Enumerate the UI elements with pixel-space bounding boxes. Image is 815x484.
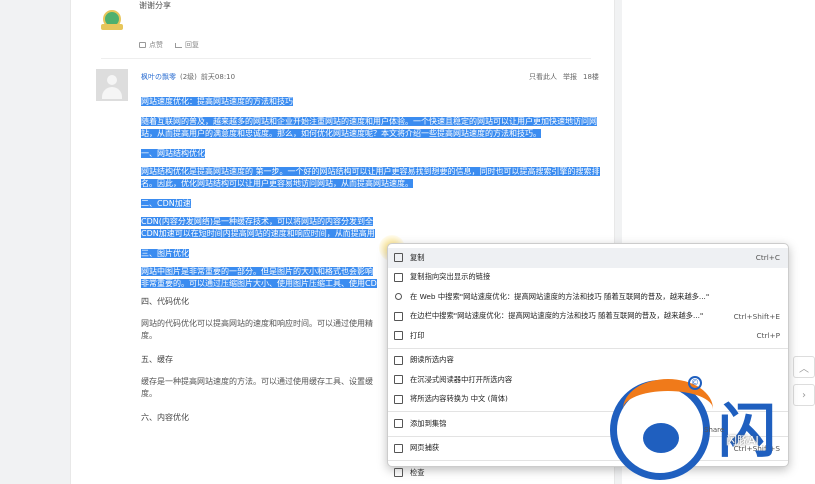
divider [101,58,591,59]
context-menu: 复制 Ctrl+C 复制指向突出显示的链接 在 Web 中搜索"网站速度优化：提… [387,243,789,477]
section-title: 三、图片优化 [141,249,189,258]
report-link[interactable]: 举报 [563,72,577,82]
web-capture-icon [394,443,403,453]
post-meta-right: 只看此人 举报 18楼 [529,72,599,82]
menu-item-print[interactable]: 打印 Ctrl+P [388,326,788,346]
printer-icon [394,331,403,340]
article-intro: 随着互联网的普及，越来越多的网站和企业开始注重网站的速度和用户体验。一个快速且稳… [141,117,597,138]
section-body: 网站结构优化是提高网站速度的 第一步。一个好的网站结构可以让用户更容易找到想要的… [141,167,600,188]
user-level: (2级) [180,73,197,81]
menu-separator [388,460,788,461]
reply-text: 谢谢分享 [139,1,171,10]
menu-separator [388,347,788,349]
floor-number: 18楼 [583,73,599,81]
reply-icon [175,42,182,48]
menu-item-search-web[interactable]: 在 Web 中搜索"网站速度优化：提高网站速度的方法和技巧 随着互联网的普及，越… [388,287,788,307]
menu-item-web-capture[interactable]: 网页捕获 Ctrl+Shift+S [388,439,788,459]
menu-item-immersive-reader[interactable]: 在沉浸式阅读器中打开所选内容 [388,370,788,390]
collections-icon [394,419,403,428]
menu-item-copy-link-to-highlight[interactable]: 复制指向突出显示的链接 [388,268,788,288]
menu-separator [388,435,788,437]
username-link[interactable]: 枫叶の飘零 [141,72,176,82]
thumbs-up-icon [139,42,146,48]
like-button[interactable]: 点赞 [139,40,163,50]
menu-item-copy[interactable]: 复制 Ctrl+C [388,248,788,268]
medal-icon [101,6,123,32]
menu-item-read-aloud[interactable]: 朗读所选内容 [388,351,788,371]
sidebar-search-icon [394,311,403,321]
inspect-icon [394,468,403,477]
section-title: 一、网站结构优化 [141,149,205,158]
previous-reply: 谢谢分享 点赞 回复 [101,0,601,58]
reply-button[interactable]: 回复 [175,40,199,50]
section-title: 二、CDN加速 [141,199,191,208]
link-icon [394,272,403,282]
section-body: 非常重要的。可以通过压缩图片大小、使用图片压缩工具、使用CD [141,279,377,288]
next-button[interactable]: › [793,384,815,406]
search-icon [395,293,402,300]
menu-item-add-to-collections[interactable]: 添加到集锦 [388,414,788,434]
translate-icon [394,394,403,404]
menu-item-search-sidebar[interactable]: 在边栏中搜索"网站速度优化：提高网站速度的方法和技巧 随着互联网的普及，越来越多… [388,307,788,327]
scroll-up-button[interactable]: ︿ [793,356,815,378]
view-author-link[interactable]: 只看此人 [529,72,557,82]
section-body: CDN(内容分发网络)是一种缓存技术，可以将网站的内容分发到全 [141,217,373,226]
reply-actions: 点赞 回复 [139,40,199,50]
section-body: 网站中图片是非常重要的一部分。但是图片的大小和格式也会影响 [141,267,373,276]
avatar[interactable] [96,69,128,101]
read-aloud-icon [394,355,403,365]
menu-item-translate[interactable]: 将所选内容转换为 中文 (简体) [388,390,788,410]
section-body: CDN加速可以在短时间内提高网站的速度和响应时间，从而提高用 [141,229,375,238]
post-meta: 枫叶の飘零 (2级) 前天08:10 [141,72,235,82]
immersive-reader-icon [394,375,403,384]
menu-item-inspect[interactable]: 检查 [388,463,788,483]
article-title: 网站速度优化：提高网站速度的方法和技巧 [141,97,293,106]
menu-separator [388,411,788,412]
post-time: 前天08:10 [200,73,236,81]
copy-icon [394,253,403,262]
